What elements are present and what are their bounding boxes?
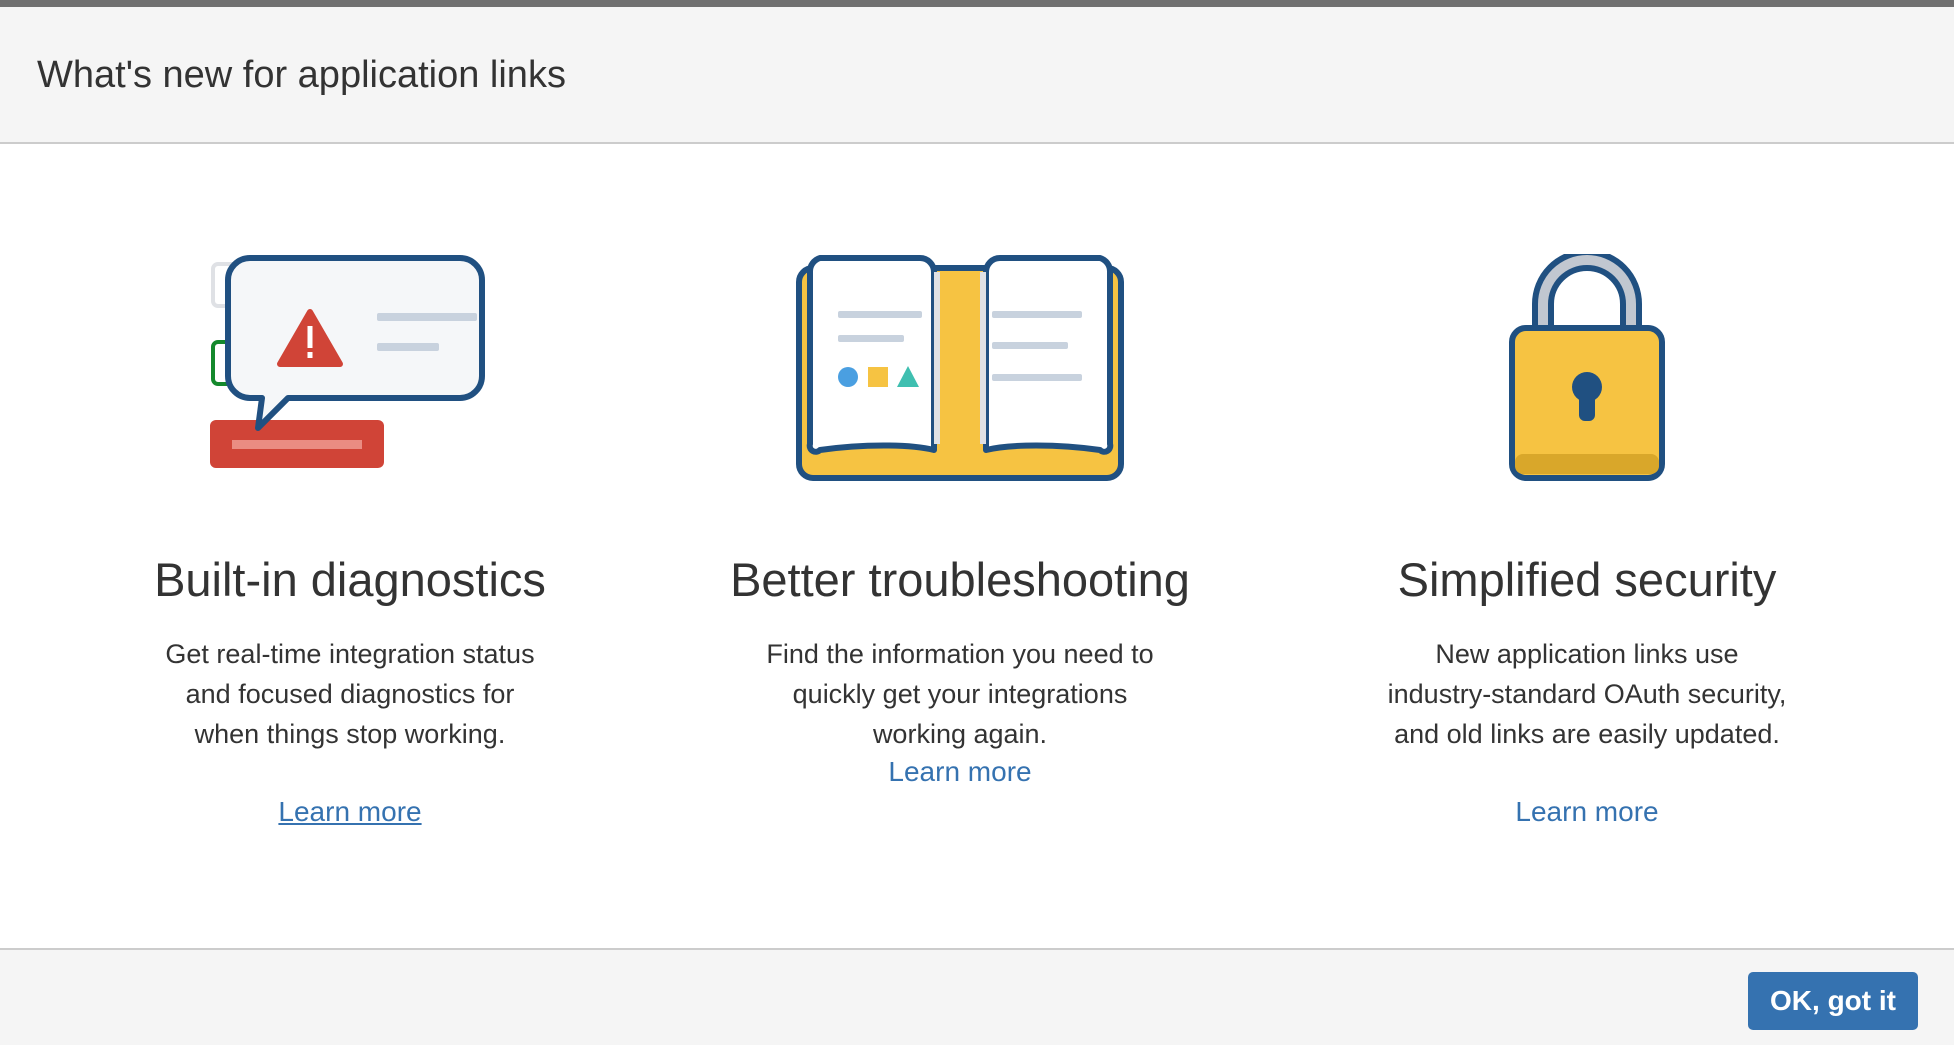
whats-new-dialog: What's new for application links Built-i… — [0, 7, 1954, 1045]
feature-troubleshooting: Better troubleshooting Find the informat… — [650, 144, 1270, 954]
window-top-edge — [0, 0, 1954, 7]
feature-description: New application links use industry-stand… — [1387, 639, 1787, 749]
diagnostics-icon — [40, 254, 660, 504]
feature-heading: Better troubleshooting — [730, 553, 1190, 606]
feature-security: Simplified security New application link… — [1277, 144, 1897, 954]
ok-got-it-button[interactable]: OK, got it — [1748, 972, 1918, 1030]
dialog-header: What's new for application links — [0, 7, 1954, 144]
open-book-icon — [650, 254, 1270, 504]
feature-list: Built-in diagnostics Get real-time integ… — [0, 144, 1954, 954]
feature-description: Get real-time integration status and foc… — [165, 639, 535, 749]
dialog-footer: OK, got it — [0, 948, 1954, 1045]
dialog-title: What's new for application links — [37, 54, 566, 96]
feature-heading: Built-in diagnostics — [154, 553, 546, 606]
learn-more-link-diagnostics[interactable]: Learn more — [40, 792, 660, 832]
learn-more-link-troubleshooting[interactable]: Learn more — [650, 752, 1270, 792]
feature-diagnostics: Built-in diagnostics Get real-time integ… — [40, 144, 660, 954]
feature-description: Find the information you need to quickly… — [766, 639, 1154, 749]
feature-heading: Simplified security — [1397, 553, 1777, 606]
learn-more-link-security[interactable]: Learn more — [1277, 792, 1897, 832]
padlock-icon — [1277, 254, 1897, 504]
